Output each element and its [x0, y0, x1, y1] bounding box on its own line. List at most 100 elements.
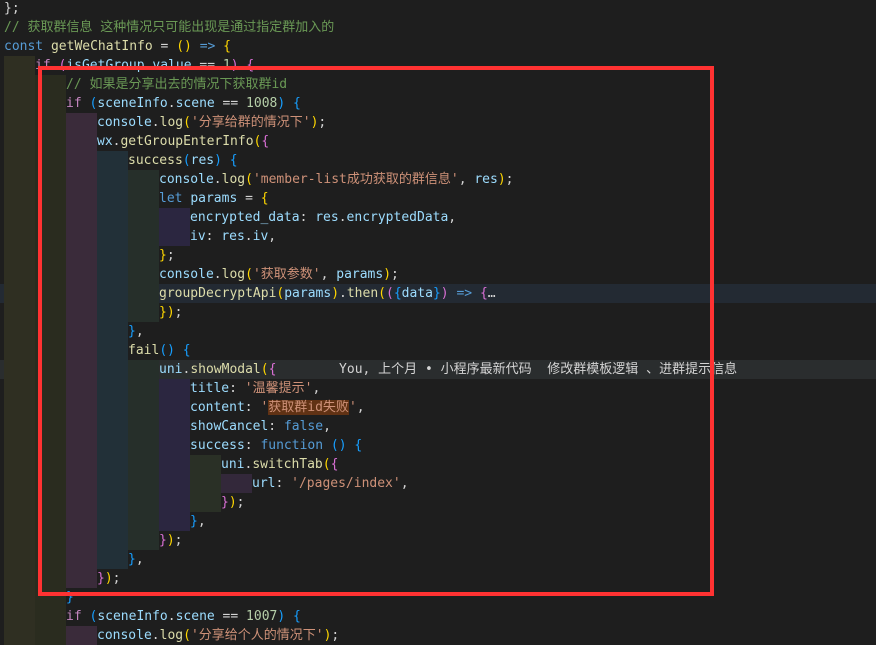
code-line[interactable]: if (sceneInfo.scene == 1007) {: [0, 607, 876, 626]
code-line[interactable]: },: [0, 512, 876, 531]
code-line[interactable]: encrypted_data: res.encryptedData,: [0, 208, 876, 227]
code-token: ,: [400, 476, 409, 491]
code-token: (): [176, 39, 192, 54]
code-line[interactable]: const getWeChatInfo = () => {: [0, 37, 876, 56]
indent-guide: [4, 379, 35, 398]
indent-guide: [4, 550, 35, 569]
indent-guide: [66, 170, 97, 189]
code-token: url: [252, 476, 276, 491]
code-token: ': [348, 400, 357, 415]
code-line[interactable]: title: '温馨提示',: [0, 379, 876, 398]
code-token: ): [230, 58, 239, 73]
indent-guide: [128, 265, 159, 284]
code-line[interactable]: let params = {: [0, 189, 876, 208]
indent-guide: [4, 151, 35, 170]
code-token: 1008: [246, 96, 278, 111]
code-token: ): [383, 267, 392, 282]
indent-guide: [97, 341, 128, 360]
code-line[interactable]: url: '/pages/index',: [0, 474, 876, 493]
code-text: url: '/pages/index',: [252, 474, 409, 493]
code-token: ,: [356, 400, 365, 415]
indent-guide: [97, 550, 128, 569]
code-token: =: [237, 191, 261, 206]
code-token: :: [229, 381, 245, 396]
code-token: .: [213, 172, 222, 187]
code-token: encrypted_data: [190, 210, 300, 225]
code-token: :: [275, 476, 292, 491]
code-line[interactable]: };: [0, 0, 876, 18]
code-token: :: [244, 438, 261, 453]
indent-guide: [66, 493, 97, 512]
code-line[interactable]: groupDecryptApi(params).then(({data}) =>…: [0, 284, 876, 303]
code-line[interactable]: success: function () {: [0, 436, 876, 455]
code-token: {: [223, 39, 231, 54]
code-text: if (sceneInfo.scene == 1008) {: [66, 94, 301, 113]
indent-guide: [66, 265, 97, 284]
indent-guide: [35, 170, 66, 189]
indent-guide: [66, 208, 97, 227]
code-token: :: [268, 419, 284, 434]
code-line[interactable]: // 获取群信息 这种情况只可能出现是通过指定群加入的: [0, 18, 876, 37]
code-line[interactable]: iv: res.iv,: [0, 227, 876, 246]
code-line[interactable]: // 如果是分享出去的情况下获取群id: [0, 75, 876, 94]
indent-guide: [66, 151, 97, 170]
indent-guide: [35, 284, 66, 303]
code-line[interactable]: console.log('分享给个人的情况下');: [0, 626, 876, 645]
code-token: :: [205, 229, 222, 244]
code-token: :: [299, 210, 316, 225]
code-line[interactable]: console.log('分享给群的情况下');: [0, 113, 876, 132]
indent-guide: [128, 208, 159, 227]
code-token: ): [228, 495, 237, 510]
code-token: (: [183, 628, 191, 643]
indent-guide: [4, 265, 35, 284]
code-line[interactable]: },: [0, 322, 876, 341]
indent-guide: [35, 303, 66, 322]
code-token: (: [183, 115, 191, 130]
code-line[interactable]: },: [0, 550, 876, 569]
code-line[interactable]: content: '获取群id失败',: [0, 398, 876, 417]
indent-guide: [35, 588, 66, 607]
indent-guide: [97, 303, 128, 322]
code-line[interactable]: console.log('获取参数', params);: [0, 265, 876, 284]
code-editor[interactable]: }; // 获取群信息 这种情况只可能出现是通过指定群加入的 const getWe…: [0, 0, 876, 645]
code-line[interactable]: success(res) {: [0, 151, 876, 170]
indent-guide: [4, 189, 35, 208]
code-line[interactable]: };: [0, 246, 876, 265]
code-token: ,: [458, 172, 475, 187]
code-token: …: [487, 286, 496, 301]
code-token: '获取参数': [252, 267, 321, 282]
code-line[interactable]: if (sceneInfo.scene == 1008) {: [0, 94, 876, 113]
code-line[interactable]: showCancel: false,: [0, 417, 876, 436]
code-line[interactable]: if (isGetGroup.value == 1) {: [0, 56, 876, 75]
code-token: {: [293, 609, 301, 624]
code-token: .: [244, 229, 253, 244]
code-token: {: [393, 286, 402, 301]
indent-guide: [97, 493, 128, 512]
code-token: ): [277, 609, 286, 624]
code-line[interactable]: });: [0, 569, 876, 588]
code-line[interactable]: });: [0, 303, 876, 322]
code-line[interactable]: });: [0, 531, 876, 550]
indent-guide: [4, 455, 35, 474]
code-line[interactable]: });: [0, 493, 876, 512]
code-token: data: [401, 286, 433, 301]
indent-guide: [66, 227, 97, 246]
code-line[interactable]: console.log('member-list成功获取的群信息', res);: [0, 170, 876, 189]
code-line[interactable]: uni.showModal({ You, 上个月 • 小程序最新代码 修改群模板…: [0, 360, 876, 379]
code-line[interactable]: uni.switchTab({: [0, 455, 876, 474]
code-line[interactable]: }: [0, 588, 876, 607]
indent-guide: [128, 455, 159, 474]
code-token: switchTab: [252, 457, 323, 472]
code-line[interactable]: fail() {: [0, 341, 876, 360]
code-text: console.log('获取参数', params);: [159, 265, 399, 284]
code-token: ,: [135, 552, 144, 567]
code-token: }: [128, 324, 136, 339]
indent-guide: [66, 569, 97, 588]
indent-guide: [4, 303, 35, 322]
code-token: {: [293, 96, 301, 111]
code-token: ): [497, 172, 506, 187]
code-line[interactable]: wx.getGroupEnterInfo({: [0, 132, 876, 151]
indent-guide: [97, 246, 128, 265]
code-text: fail() {: [128, 341, 191, 360]
